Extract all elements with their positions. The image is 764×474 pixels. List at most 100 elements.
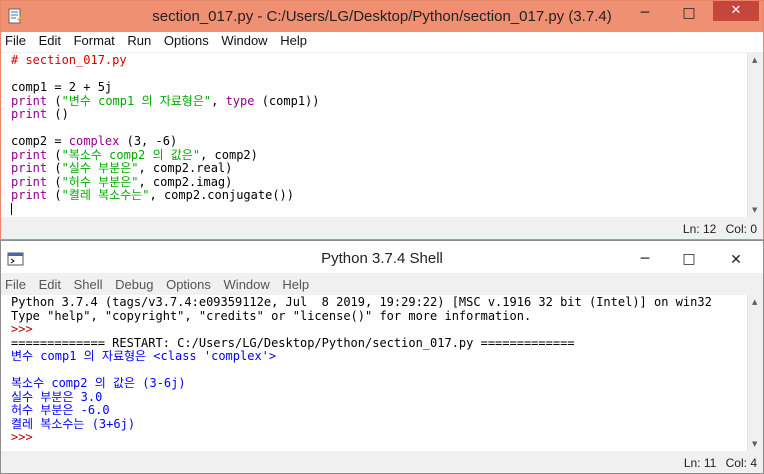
editor-menubar: File Edit Format Run Options Window Help [1, 32, 763, 52]
scroll-up-icon[interactable]: ▲ [752, 298, 757, 306]
shell-output-area[interactable]: Python 3.7.4 (tags/v3.7.4:e09359112e, Ju… [1, 295, 748, 451]
menu-format[interactable]: Format [74, 33, 115, 48]
shell.lines-token: 복소수 comp2 의 값은 (3-6j) [11, 376, 186, 390]
shell.lines-line: 실수 부분은 3.0 [11, 389, 748, 405]
shell.lines-line: 허수 부분은 -6.0 [11, 403, 748, 418]
editor.code-token: , comp2.imag) [138, 174, 233, 189]
shell.lines-line: Type "help", "copyright", "credits" or "… [11, 308, 748, 324]
editor.code-token: type [225, 93, 255, 108]
editor.code-line: print ("켤레 복소수는", comp2.conjugate()) [11, 188, 748, 203]
editor.code-token: print [11, 188, 48, 202]
shell.lines-token: 실수 부분은 3.0 [11, 389, 103, 404]
editor.code-line: print () [11, 107, 748, 122]
editor.code-token: print [11, 161, 48, 175]
scroll-up-icon[interactable]: ▲ [752, 56, 757, 64]
editor.code-token: ( [47, 188, 62, 202]
editor.code-token: "변수 comp1 의 자료형은" [61, 93, 212, 108]
shell.lines-line: >>> [11, 322, 748, 337]
shell.lines-token: ============= RESTART: C:/Users/LG/Deskt… [11, 335, 575, 350]
shell-window: Python 3.7.4 Shell ─ □ ✕ File Edit Shell… [0, 240, 764, 474]
editor.code-token: comp1 = 2 + 5j [11, 80, 113, 94]
editor.code-token: print [11, 93, 48, 108]
scroll-down-icon[interactable]: ▼ [752, 440, 757, 448]
editor-statusbar: Ln: 12 Col: 0 [1, 217, 763, 239]
menu-options[interactable]: Options [164, 33, 209, 48]
menu-help[interactable]: Help [280, 33, 307, 48]
editor.code-token: "허수 부분은" [61, 174, 139, 189]
maximize-button[interactable]: □ [667, 1, 711, 27]
editor.code-token: , comp2.real) [138, 161, 233, 175]
editor-titlebar[interactable]: section_017.py - C:/Users/LG/Desktop/Pyt… [1, 1, 763, 32]
shell-titlebar[interactable]: Python 3.7.4 Shell ─ □ ✕ [1, 241, 763, 273]
menu-window[interactable]: Window [221, 33, 267, 48]
scroll-down-icon[interactable]: ▼ [752, 206, 757, 214]
editor.code-token: print [11, 107, 48, 121]
close-button[interactable]: ✕ [713, 247, 759, 273]
editor.code-line: comp2 = complex (3, -6) [11, 134, 748, 149]
editor.code-token: ( [47, 161, 62, 175]
text-cursor [11, 203, 12, 215]
editor-window: section_017.py - C:/Users/LG/Desktop/Pyt… [0, 0, 764, 240]
shell.lines-token: >>> [11, 430, 40, 444]
shell.lines-token: 허수 부분은 -6.0 [11, 403, 110, 417]
line-number: Ln: 12 [682, 222, 717, 236]
line-number: Ln: 11 [683, 456, 717, 470]
editor.code-line: print ("복소수 comp2 의 값은", comp2) [11, 147, 748, 163]
code-editor-area[interactable]: # section_017.py comp1 = 2 + 5j print ("변… [1, 53, 748, 217]
editor.code-token: , comp2) [200, 147, 258, 162]
editor.code-line: print ("실수 부분은", comp2.real) [11, 161, 748, 176]
menu-window[interactable]: Window [224, 277, 270, 292]
shell.lines-line: 복소수 comp2 의 값은 (3-6j) [11, 376, 748, 391]
shell.lines-token: >>> [11, 322, 40, 336]
shell.lines-token: Type "help", "copyright", "credits" or "… [11, 308, 532, 323]
editor.code-token: ( [47, 147, 62, 162]
close-button[interactable]: ✕ [713, 1, 759, 21]
editor.code-token: (comp1)) [254, 93, 320, 108]
editor.code-line [11, 122, 748, 136]
menu-shell[interactable]: Shell [74, 277, 103, 292]
shell.lines-token: 켤레 복소수는 (3+6j) [11, 416, 136, 431]
column-number: Col: 4 [725, 456, 757, 470]
editor.code-line: print ("허수 부분은", comp2.imag) [11, 174, 748, 190]
menu-edit[interactable]: Edit [39, 33, 61, 48]
editor.code-token: , [211, 93, 226, 108]
menu-debug[interactable]: Debug [115, 277, 153, 292]
editor.code-token: (3, -6) [119, 134, 178, 148]
menu-file[interactable]: File [5, 33, 26, 48]
editor.code-line [11, 68, 748, 82]
shell.lines-token: 변수 comp1 의 자료형은 <class 'complex'> [11, 349, 277, 363]
maximize-button[interactable]: □ [667, 247, 711, 273]
minimize-button[interactable]: ─ [623, 1, 667, 27]
editor.code-line: # section_017.py [11, 53, 748, 68]
menu-options[interactable]: Options [166, 277, 211, 292]
shell.lines-line: ============= RESTART: C:/Users/LG/Deskt… [11, 335, 748, 351]
shell.lines-line: 변수 comp1 의 자료형은 <class 'complex'> [11, 349, 748, 364]
shell.lines-line [11, 364, 748, 378]
editor.code-token: complex [68, 134, 120, 148]
editor.code-line: comp1 = 2 + 5j [11, 80, 748, 95]
menu-run[interactable]: Run [127, 33, 151, 48]
editor.code-token: "실수 부분은" [61, 161, 139, 175]
editor.code-token: # section_017.py [11, 53, 127, 67]
editor.code-token: , comp2.conjugate()) [149, 188, 295, 202]
menu-file[interactable]: File [5, 277, 26, 292]
shell.lines-token: Python 3.7.4 (tags/v3.7.4:e09359112e, Ju… [11, 295, 712, 309]
editor.code-cursor-line [11, 203, 748, 217]
editor.code-token: comp2 = [11, 134, 69, 148]
shell.lines-line: >>> [11, 430, 748, 445]
menu-help[interactable]: Help [282, 277, 309, 292]
column-number: Col: 0 [725, 222, 757, 236]
editor.code-line: print ("변수 comp1 의 자료형은", type (comp1)) [11, 93, 748, 109]
editor.code-token: "복소수 comp2 의 값은" [61, 147, 201, 162]
editor.code-token: ( [47, 93, 62, 108]
editor.code-token: print [11, 147, 48, 162]
menu-edit[interactable]: Edit [39, 277, 61, 292]
shell-scrollbar[interactable]: ▲ ▼ [747, 295, 763, 451]
editor.code-token: print [11, 174, 48, 189]
shell-statusbar: Ln: 11 Col: 4 [1, 451, 763, 473]
editor.code-token: ( [47, 174, 62, 189]
shell.lines-line: 켤레 복소수는 (3+6j) [11, 416, 748, 432]
minimize-button[interactable]: ─ [623, 247, 667, 273]
editor.code-token: "켤레 복소수는" [61, 188, 150, 202]
editor-scrollbar[interactable]: ▲ ▼ [747, 53, 763, 217]
